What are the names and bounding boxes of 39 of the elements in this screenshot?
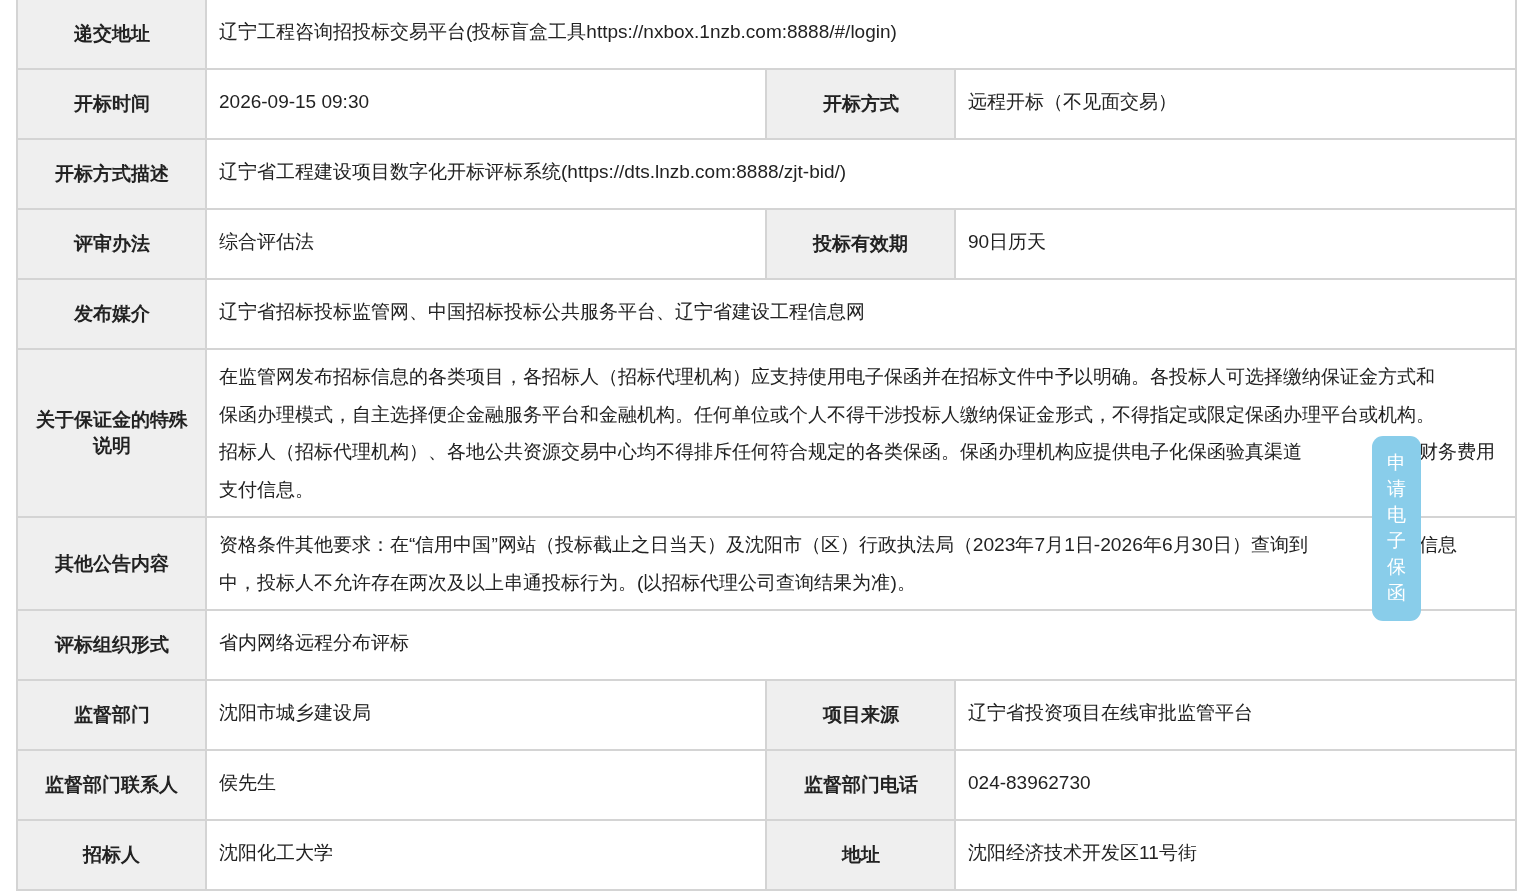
field-value: 辽宁工程咨询招投标交易平台(投标盲盒工具https://nxbox.1nzb.com:8888/#/login): [219, 20, 898, 44]
field-label: 其他公告内容: [18, 518, 207, 611]
field-label: 投标有效期: [767, 210, 956, 280]
field-label: 项目来源: [767, 681, 956, 751]
field-value: 支付信息。: [219, 477, 314, 502]
field-value: 中，投标人不允许存在两次及以上串通投标行为。(以招标代理公司查询结果为准)。: [219, 570, 916, 595]
field-label: 评审办法: [18, 210, 207, 280]
field-label: 监督部门联系人: [18, 751, 207, 821]
field-value: 2026-09-15 09:30: [219, 90, 370, 114]
field-value: 辽宁省招标投标监管网、中国招标投标公共服务平台、辽宁省建设工程信息网: [219, 300, 866, 324]
field-value: 保函办理模式，自主选择便企金融服务平台和金融机构。任何单位或个人不得干涉投标人缴纳保证金形式，不得指定或限定保函办理平台或机构。: [219, 402, 1435, 427]
field-value: 沈阳市城乡建设局: [219, 701, 372, 725]
field-label: 开标方式: [767, 70, 956, 140]
field-value: 在监管网发布招标信息的各类项目，各招标人（招标代理机构）应支持使用电子保函并在招标文件中予以明确。各投标人可选择缴纳保证金方式和: [219, 365, 1435, 389]
field-value: 招标人（招标代理机构）、各地公共资源交易中心均不得排斥任何符合规定的各类保函。保函办理机构应提供电子化保函验真渠道: [219, 440, 1303, 464]
field-value: 沈阳化工大学: [219, 841, 334, 865]
field-value: 辽宁省工程建设项目数字化开标评标系统(https://dts.lnzb.com:8888/zjt-bid/): [219, 160, 848, 184]
field-label: 开标时间: [18, 70, 207, 140]
field-label: 监督部门电话: [767, 751, 956, 821]
field-label: 发布媒介: [18, 280, 207, 350]
field-label: 地址: [767, 821, 956, 891]
field-label: 评标组织形式: [18, 611, 207, 681]
field-value: 省内网络远程分布评标: [219, 631, 410, 655]
field-label: 招标人: [18, 821, 207, 891]
field-value: 024-83962730: [968, 771, 1092, 795]
field-label: 开标方式描述: [18, 140, 207, 210]
field-label: 监督部门: [18, 681, 207, 751]
field-value: 辽宁省投资项目在线审批监管平台: [968, 701, 1254, 725]
apply-guarantee-button[interactable]: 申请电子保函: [1372, 436, 1421, 621]
field-label: 递交地址: [18, 0, 207, 70]
field-value: 财务费用: [1419, 440, 1495, 464]
field-value: 资格条件其他要求：在“信用中国”网站（投标截止之日当天）及沈阳市（区）行政执法局（2023年7月1日-2026年6月30日）查询到: [219, 533, 1309, 557]
field-value: 90日历天: [968, 230, 1048, 254]
field-value: 信息: [1419, 533, 1457, 557]
field-value: 沈阳经济技术开发区11号街: [968, 841, 1198, 865]
field-label: 关于保证金的特殊说明: [18, 350, 207, 518]
field-value: 综合评估法: [219, 230, 315, 254]
field-value: 侯先生: [219, 771, 277, 795]
field-value: 远程开标（不见面交易）: [968, 90, 1178, 114]
